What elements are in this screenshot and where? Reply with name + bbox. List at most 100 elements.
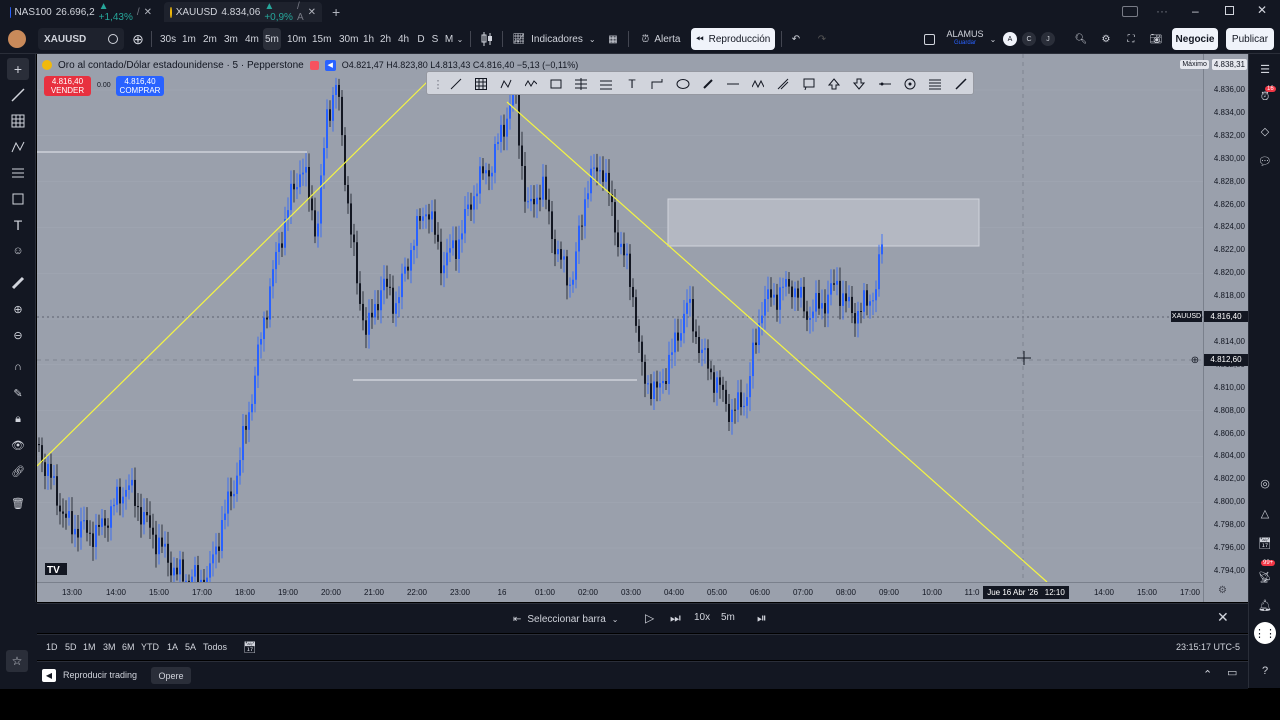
bell-icon[interactable]: 🔔︎ <box>1254 594 1276 616</box>
interval-M[interactable]: M <box>442 28 456 50</box>
account-circle-j[interactable]: J <box>1041 32 1055 46</box>
wave-tool-icon[interactable] <box>522 75 540 93</box>
axis-settings-icon[interactable]: ⚙︎ <box>1218 585 1227 596</box>
brush-tool-icon[interactable] <box>699 75 717 93</box>
arrow-up-tool-icon[interactable] <box>825 75 843 93</box>
interval-1h[interactable]: 1h <box>361 28 376 50</box>
close-tab-icon[interactable]: ✕ <box>308 7 316 18</box>
horizontal-line-tool-icon[interactable] <box>724 75 742 93</box>
path-tool-icon[interactable] <box>648 75 666 93</box>
select-bar-button[interactable]: ⇤ Seleccionar barra ⌄ <box>513 610 618 628</box>
text-tool-icon[interactable]: T <box>7 214 29 236</box>
symbol-search[interactable]: XAUUSD <box>38 28 124 50</box>
replay-speed[interactable]: 10x <box>694 612 710 623</box>
range-1d[interactable]: 1D <box>46 642 58 652</box>
indicators-button[interactable]: 📈︎ Indicadores ⌄ <box>510 28 598 50</box>
close-replay-icon[interactable]: ✕ <box>1217 609 1229 626</box>
zigzag-tool-icon[interactable] <box>749 75 767 93</box>
price-axis[interactable]: Máximo 4.838,31 4.836,00 4.834,00 4.832,00… <box>1171 54 1248 602</box>
range-6m[interactable]: 6M <box>122 642 135 652</box>
avatar[interactable] <box>6 28 28 50</box>
trade-tab[interactable]: Opere <box>151 667 191 684</box>
interval-10m[interactable]: 10m <box>285 28 308 50</box>
search-icon[interactable]: 🔍︎ <box>1072 28 1090 50</box>
chevron-up-icon[interactable]: ⌃ <box>1203 668 1212 681</box>
pencil-icon[interactable] <box>952 75 970 93</box>
play-icon[interactable]: ▷ <box>645 611 654 625</box>
emoji-tool-icon[interactable]: ☺ <box>7 240 29 262</box>
target-icon[interactable]: ◎ <box>1254 472 1276 494</box>
interval-4h[interactable]: 4h <box>396 28 411 50</box>
redo-icon[interactable]: ↷ <box>813 28 831 50</box>
ruler-icon[interactable] <box>7 272 29 294</box>
interval-D[interactable]: D <box>414 28 428 50</box>
ellipse-tool-icon[interactable] <box>674 75 692 93</box>
close-tab-icon[interactable]: ✕ <box>144 7 152 18</box>
grid-tool-icon[interactable] <box>472 75 490 93</box>
range-1a[interactable]: 1A <box>167 642 178 652</box>
add-symbol-button[interactable]: ⊕ <box>129 28 147 50</box>
eye-icon[interactable]: 👁︎ <box>7 434 29 456</box>
interval-2m[interactable]: 2m <box>201 28 219 50</box>
interval-1m[interactable]: 1m <box>180 28 198 50</box>
interval-5m[interactable]: 5m <box>263 28 281 50</box>
calendar-icon[interactable]: 📅︎ <box>1254 532 1276 554</box>
chat-icon[interactable]: 💬︎ <box>1254 150 1276 172</box>
step-forward-icon[interactable]: ⏭︎ <box>670 611 681 626</box>
time-axis[interactable]: 13:00 14:00 15:00 17:00 18:00 19:00 20:00 21:00… <box>37 582 1203 602</box>
layout-name[interactable]: ALAMUS Guardar <box>942 28 988 50</box>
maximize-icon[interactable] <box>1225 6 1234 15</box>
circle-target-icon[interactable] <box>901 75 919 93</box>
add-alert-icon[interactable]: ⊕ <box>1189 355 1201 366</box>
templates-icon[interactable]: ▦ <box>604 28 622 50</box>
crosshair-icon[interactable]: + <box>7 58 29 80</box>
range-todos[interactable]: Todos <box>203 642 227 652</box>
help-icon[interactable]: ? <box>1254 660 1276 682</box>
broadcast-icon[interactable]: 📡︎ <box>1254 566 1276 588</box>
drag-handle-icon[interactable]: ⋮ <box>429 75 447 93</box>
pitchfork-tool-icon[interactable] <box>774 75 792 93</box>
zoom-out-icon[interactable]: ⊖ <box>7 324 29 346</box>
trendline-ascending[interactable] <box>37 81 428 467</box>
utc-clock[interactable]: 23:15:17 UTC-5 <box>1176 642 1240 652</box>
sell-button[interactable]: 4.816,40 VENDER <box>44 76 91 96</box>
arrow-down-tool-icon[interactable] <box>850 75 868 93</box>
menu-lines-icon[interactable] <box>926 75 944 93</box>
text-tool-icon[interactable]: T <box>623 75 641 93</box>
forecast-tool-icon[interactable] <box>597 75 615 93</box>
interval-2h[interactable]: 2h <box>378 28 393 50</box>
shape-tool-icon[interactable] <box>7 188 29 210</box>
lock-icon[interactable]: 🔒︎ <box>7 408 29 430</box>
fib-tool-icon[interactable] <box>7 110 29 132</box>
minimize-icon[interactable]: – <box>1192 4 1199 18</box>
rectangle-tool-icon[interactable] <box>547 75 565 93</box>
range-3m[interactable]: 3M <box>103 642 116 652</box>
replay-button[interactable]: ⏪︎ Reproducción <box>691 28 775 50</box>
trendline-tool-icon[interactable] <box>7 84 29 106</box>
browser-tab-xauusd[interactable]: XAUUSD 4.834,06 ▲ +0,9% / A ✕ <box>164 1 322 23</box>
candle-type-icon[interactable] <box>478 28 496 50</box>
undo-icon[interactable]: ↶ <box>787 28 805 50</box>
interval-dropdown-icon[interactable]: ⌄ <box>455 28 465 50</box>
account-circle-a[interactable]: A <box>1003 32 1017 46</box>
zoom-in-icon[interactable]: ⊕ <box>7 298 29 320</box>
favorites-star-icon[interactable]: ☆ <box>6 650 28 672</box>
range-5d[interactable]: 5D <box>65 642 77 652</box>
pattern-tool-icon[interactable] <box>497 75 515 93</box>
range-5a[interactable]: 5A <box>185 642 196 652</box>
close-window-icon[interactable]: ✕ <box>1257 3 1267 17</box>
new-tab-button[interactable]: + <box>326 2 344 22</box>
account-circle-c[interactable]: C <box>1022 32 1036 46</box>
camera-icon[interactable]: 📷︎ <box>1147 28 1165 50</box>
publish-button[interactable]: Publicar <box>1226 28 1274 50</box>
magnet-icon[interactable]: ∩ <box>7 356 29 378</box>
watchlist-icon[interactable]: ☰ <box>1254 58 1276 80</box>
callout-tool-icon[interactable] <box>800 75 818 93</box>
chart-pane[interactable]: TV <box>37 54 1203 582</box>
apps-grid-icon[interactable]: ⋮⋮ <box>1254 622 1276 644</box>
legend-title[interactable]: Oro al contado/Dólar estadounidense · 5 … <box>58 60 304 71</box>
buy-button[interactable]: 4.816,40 COMPRAR <box>116 76 164 96</box>
link-icon[interactable]: 🔗︎ <box>7 460 29 482</box>
date-range-calendar-icon[interactable]: 📅︎ <box>243 641 257 654</box>
more-icon[interactable]: ··· <box>1156 4 1168 18</box>
